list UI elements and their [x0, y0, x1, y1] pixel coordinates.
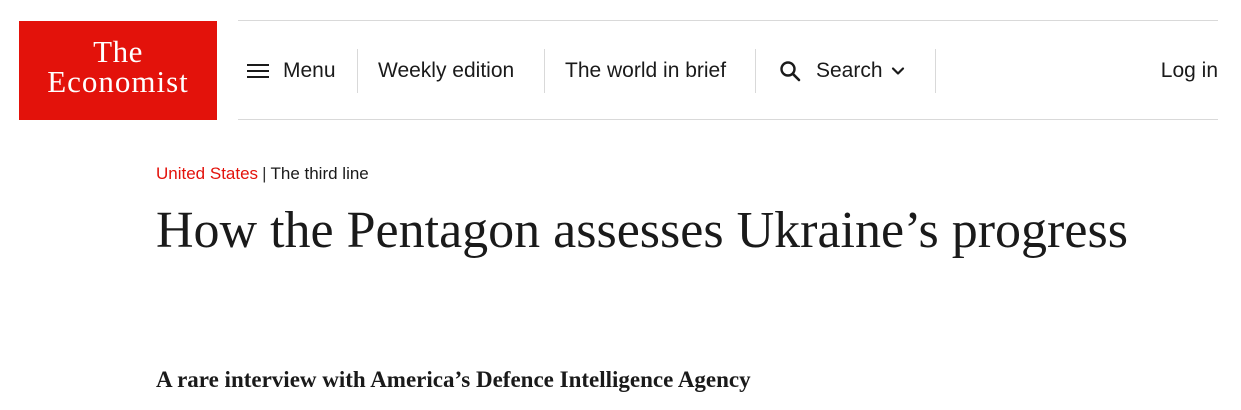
login-link[interactable]: Log in	[1161, 49, 1218, 93]
nav-divider	[755, 49, 756, 93]
world-in-brief-link[interactable]: The world in brief	[565, 49, 726, 93]
fly-title: The third line	[270, 164, 369, 183]
logo-line-economist: Economist	[47, 64, 189, 99]
search-button[interactable]: Search	[778, 49, 905, 93]
weekly-edition-link[interactable]: Weekly edition	[378, 49, 514, 93]
menu-label: Menu	[283, 59, 336, 82]
nav-divider	[544, 49, 545, 93]
menu-button[interactable]: Menu	[247, 49, 336, 93]
chevron-down-icon	[891, 67, 904, 75]
article-headline: How the Pentagon assesses Ukraine’s prog…	[156, 202, 1128, 259]
kicker-separator: |	[262, 164, 267, 183]
world-in-brief-label: The world in brief	[565, 59, 727, 82]
economist-logo[interactable]: The Economist	[19, 21, 217, 120]
article-kicker: United States | The third line	[156, 162, 369, 186]
article-subheadline: A rare interview with America’s Defence …	[156, 367, 751, 392]
weekly-edition-label: Weekly edition	[378, 59, 515, 82]
search-label: Search	[816, 59, 883, 82]
top-navigation: Menu Weekly edition The world in brief S…	[238, 20, 1218, 120]
search-icon	[780, 61, 801, 82]
hamburger-icon	[247, 63, 269, 79]
logo-line-the: The	[93, 34, 143, 69]
nav-divider	[935, 49, 936, 93]
section-link[interactable]: United States	[156, 164, 258, 183]
login-label: Log in	[1160, 59, 1218, 82]
nav-divider	[357, 49, 358, 93]
